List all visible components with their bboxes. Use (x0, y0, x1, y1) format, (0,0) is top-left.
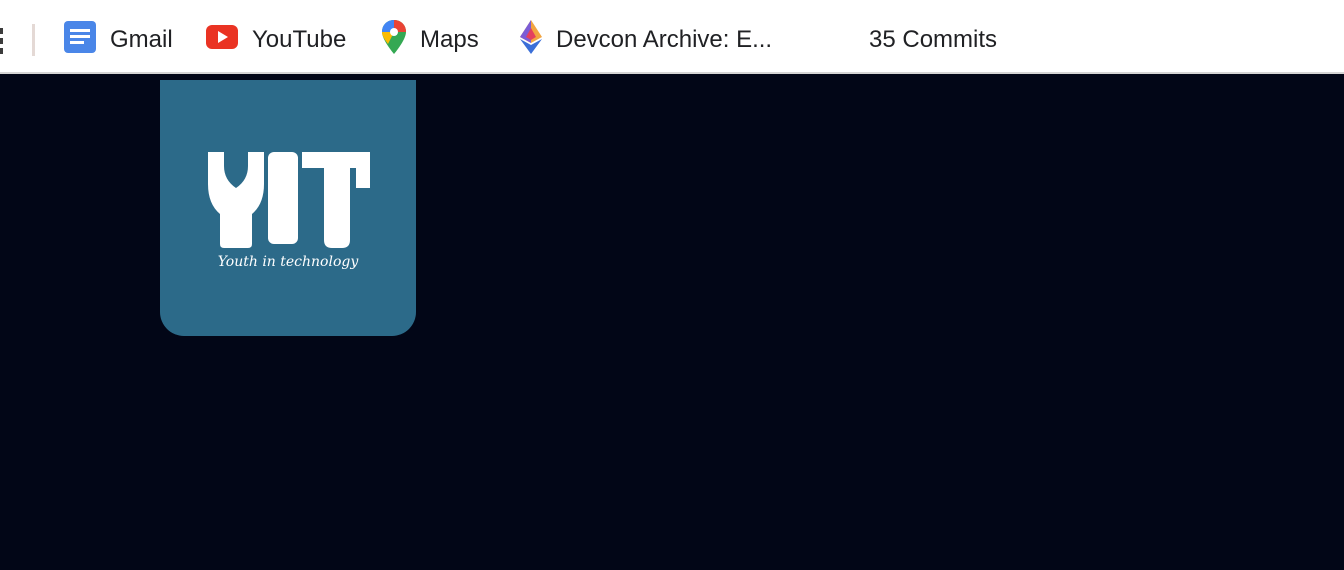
google-docs-icon (64, 20, 96, 60)
google-maps-pin-icon (382, 19, 406, 61)
yit-logo-card[interactable]: Youth in technology (160, 80, 416, 336)
bookmark-35-commits[interactable]: 35 Commits (869, 22, 997, 58)
bookmark-devcon-archive[interactable]: Devcon Archive: E... (520, 19, 773, 61)
bookmark-label: Maps (420, 26, 479, 53)
bookmark-youtube[interactable]: YouTube (206, 22, 346, 58)
yit-logo-mark (208, 152, 370, 248)
bookmark-label: YouTube (252, 26, 347, 53)
bookmark-label: Devcon Archive: E... (556, 26, 773, 53)
bookmark-label: 35 Commits (869, 26, 998, 53)
youtube-icon (206, 24, 238, 56)
bookmarks-divider (32, 24, 35, 56)
logo-tagline: Youth in technology (217, 254, 359, 270)
ethereum-icon (520, 19, 542, 61)
bookmark-label: Gmail (110, 26, 173, 53)
bookmark-gmail[interactable]: Gmail (64, 20, 173, 60)
bookmark-maps[interactable]: Maps (382, 19, 479, 61)
apps-grid-icon[interactable] (0, 28, 3, 54)
bookmarks-bar: Gmail YouTube Maps Devcon Archive: E... … (0, 0, 1344, 74)
